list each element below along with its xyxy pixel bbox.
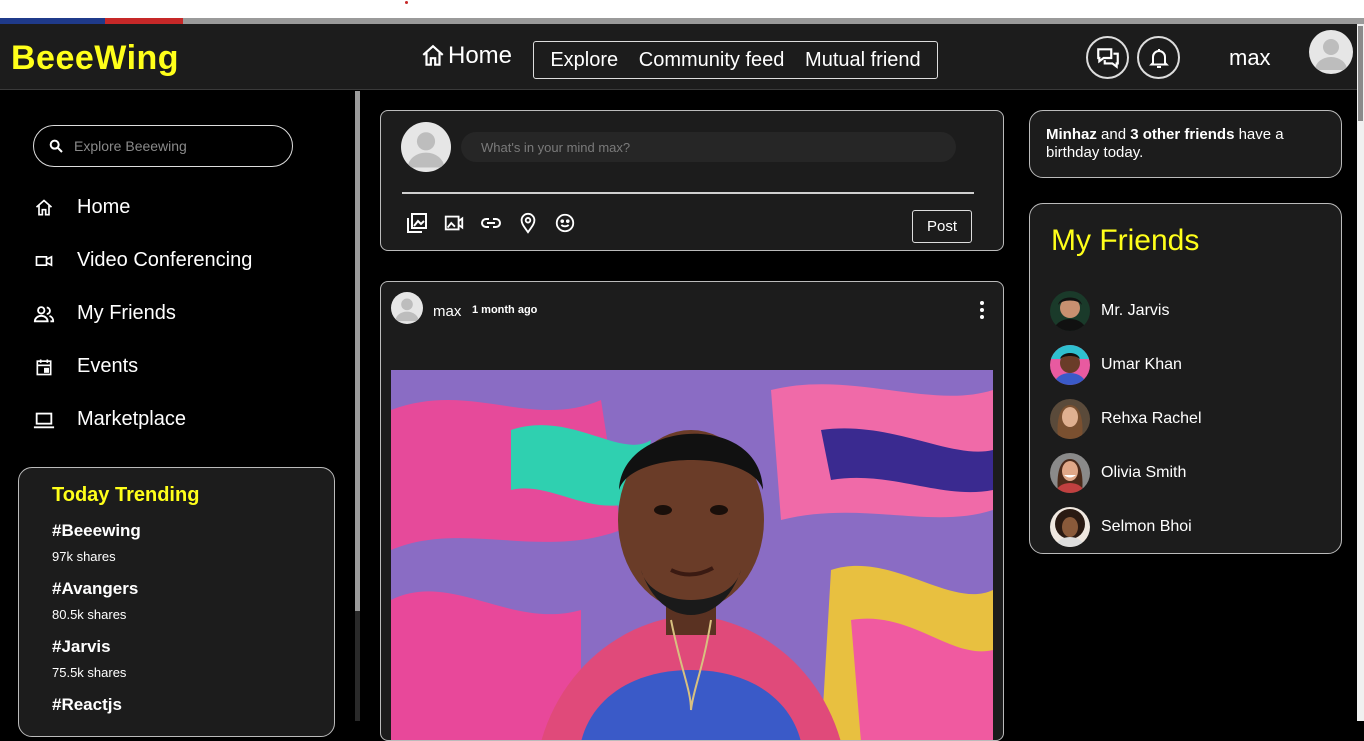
nav-home-label: Home xyxy=(448,42,513,69)
sidebar-item-events[interactable]: Events xyxy=(33,340,252,393)
laptop-icon xyxy=(33,409,55,431)
nav-mutual-friend[interactable]: Mutual friend xyxy=(805,49,921,72)
nav-home-link[interactable]: Home xyxy=(420,42,512,70)
post-author-avatar[interactable] xyxy=(391,292,423,324)
photo-library-icon[interactable] xyxy=(405,211,429,235)
people-icon xyxy=(33,303,55,325)
chat-icon xyxy=(1096,47,1119,69)
friends-list: Mr. Jarvis Umar Khan Rehxa Rachel Olivia… xyxy=(1050,284,1202,554)
page-scrollbar[interactable] xyxy=(1357,24,1364,721)
page-scrollbar-thumb[interactable] xyxy=(1358,26,1363,121)
nav-links-box: Explore Community feed Mutual friend xyxy=(533,41,938,79)
friend-avatar xyxy=(1050,399,1090,439)
messages-button[interactable] xyxy=(1086,36,1129,79)
composer-input[interactable] xyxy=(461,132,956,162)
feed-post: max 1 month ago xyxy=(380,281,1004,741)
friend-avatar xyxy=(1050,291,1090,331)
bell-icon xyxy=(1148,48,1169,68)
friend-name: Rehxa Rachel xyxy=(1101,410,1202,427)
emoji-icon[interactable] xyxy=(553,211,577,235)
trending-title: Today Trending xyxy=(52,484,200,506)
search-input[interactable] xyxy=(74,138,264,154)
friend-avatar xyxy=(1050,453,1090,493)
trending-tag: #Avangers xyxy=(52,579,139,598)
post-author-name[interactable]: max xyxy=(433,303,461,320)
sidebar-item-video-conferencing[interactable]: Video Conferencing xyxy=(33,234,252,287)
search-icon xyxy=(49,139,63,153)
sidebar-item-label: Video Conferencing xyxy=(77,249,253,271)
post-composer: Post xyxy=(380,110,1004,251)
trending-tag: #Reactjs xyxy=(52,695,122,714)
app-logo[interactable]: BeeeWing xyxy=(11,39,179,78)
feed-column: Post max 1 month ago xyxy=(360,91,1025,741)
friends-panel: My Friends Mr. Jarvis Umar Khan Rehxa Ra… xyxy=(1029,203,1342,554)
birthday-connector: and xyxy=(1101,126,1127,143)
sidebar-item-label: Marketplace xyxy=(77,408,186,430)
sidebar-item-label: Home xyxy=(77,196,131,218)
calendar-icon xyxy=(33,356,55,378)
friend-item[interactable]: Olivia Smith xyxy=(1050,446,1202,500)
friend-avatar xyxy=(1050,507,1090,547)
friend-item[interactable]: Umar Khan xyxy=(1050,338,1202,392)
sidebar-item-label: My Friends xyxy=(77,302,176,324)
trending-item[interactable]: #Avangers 80.5k shares xyxy=(52,579,334,624)
sidebar-item-my-friends[interactable]: My Friends xyxy=(33,287,252,340)
friend-item[interactable]: Selmon Bhoi xyxy=(1050,500,1202,554)
friend-name: Umar Khan xyxy=(1101,356,1182,373)
browser-top-strip xyxy=(0,0,1364,24)
location-pin-icon[interactable] xyxy=(516,211,540,235)
video-camera-icon xyxy=(33,250,55,272)
sidebar-menu: Home Video Conferencing My Friends Event… xyxy=(33,181,252,446)
trending-tag: #Beeewing xyxy=(52,521,141,540)
composer-divider xyxy=(402,192,974,194)
trending-item[interactable]: #Jarvis 75.5k shares xyxy=(52,637,334,682)
nav-explore[interactable]: Explore xyxy=(550,49,618,72)
trending-panel: Today Trending #Beeewing 97k shares #Ava… xyxy=(18,467,335,737)
trending-tag: #Jarvis xyxy=(52,637,111,656)
composer-avatar xyxy=(401,122,451,172)
home-icon xyxy=(33,197,55,219)
top-navbar: BeeeWing Home Explore Community feed Mut… xyxy=(0,24,1364,90)
birthday-others: 3 other friends xyxy=(1130,126,1235,143)
strip-dot xyxy=(405,1,408,4)
default-avatar-icon xyxy=(407,132,445,168)
birthday-name: Minhaz xyxy=(1046,126,1097,143)
sidebar-item-label: Events xyxy=(77,355,139,377)
composer-toolbar xyxy=(405,211,577,235)
friends-title: My Friends xyxy=(1051,224,1200,257)
trending-item[interactable]: #Reactjs xyxy=(52,695,334,715)
nav-community-feed[interactable]: Community feed xyxy=(639,49,785,72)
friend-name: Selmon Bhoi xyxy=(1101,518,1192,535)
header-username[interactable]: max xyxy=(1229,45,1271,71)
birthday-notice[interactable]: Minhaz and 3 other friends have a birthd… xyxy=(1029,110,1342,178)
post-button[interactable]: Post xyxy=(912,210,972,243)
sidebar-item-home[interactable]: Home xyxy=(33,181,252,234)
post-photo-graphic xyxy=(391,370,993,740)
trending-shares: 80.5k shares xyxy=(52,607,127,622)
home-outline-icon xyxy=(422,44,444,66)
more-options-icon[interactable] xyxy=(978,300,986,320)
image-icon[interactable] xyxy=(442,211,466,235)
search-box[interactable] xyxy=(33,125,293,167)
link-icon[interactable] xyxy=(479,211,503,235)
left-sidebar: Home Video Conferencing My Friends Event… xyxy=(0,91,355,737)
notifications-button[interactable] xyxy=(1137,36,1180,79)
friend-name: Olivia Smith xyxy=(1101,464,1187,481)
trending-shares: 97k shares xyxy=(52,549,116,564)
post-timestamp: 1 month ago xyxy=(472,304,538,316)
friend-item[interactable]: Mr. Jarvis xyxy=(1050,284,1202,338)
sidebar-item-marketplace[interactable]: Marketplace xyxy=(33,393,252,446)
friend-name: Mr. Jarvis xyxy=(1101,302,1170,319)
default-avatar-icon xyxy=(1315,39,1347,70)
friend-avatar xyxy=(1050,345,1090,385)
friend-item[interactable]: Rehxa Rachel xyxy=(1050,392,1202,446)
post-image[interactable] xyxy=(391,370,993,740)
trending-shares: 75.5k shares xyxy=(52,665,127,680)
default-avatar-icon xyxy=(395,298,419,322)
header-avatar[interactable] xyxy=(1309,30,1353,74)
trending-item[interactable]: #Beeewing 97k shares xyxy=(52,521,334,566)
